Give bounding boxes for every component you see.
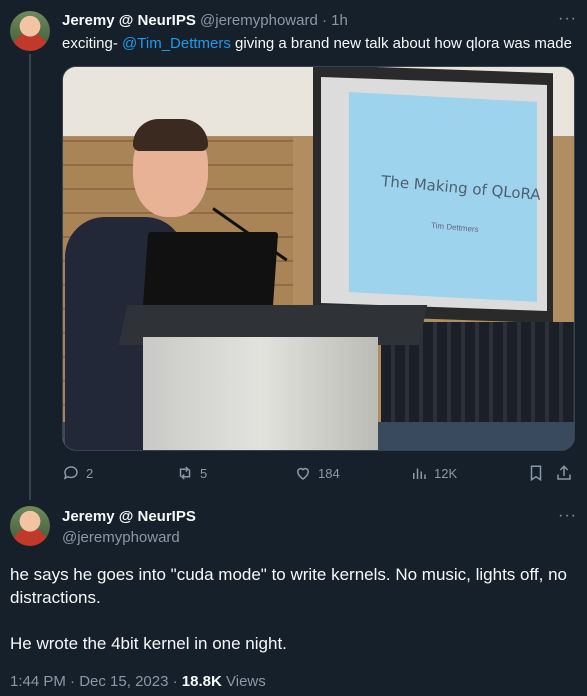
- like-count: 184: [318, 465, 340, 481]
- tweet-date[interactable]: Dec 15, 2023: [79, 673, 168, 690]
- share-icon: [557, 465, 571, 480]
- author-name-text: Jeremy @ NeurIPS: [62, 508, 196, 525]
- views-label: Views: [226, 673, 266, 690]
- separator: ·: [172, 673, 178, 690]
- like-icon: [296, 467, 310, 480]
- tweet-time[interactable]: 1:44 PM: [10, 673, 66, 690]
- views-icon: [413, 468, 426, 479]
- tweet-header: Jeremy @ NeurIPS @jeremyphoward · 1h: [62, 12, 348, 29]
- author-handle[interactable]: @jeremyphoward: [62, 529, 180, 546]
- views-button[interactable]: 12K: [410, 464, 457, 482]
- avatar[interactable]: [10, 506, 50, 546]
- tweet-text: exciting- @Tim_Dettmers giving a brand n…: [62, 35, 572, 52]
- tweet-body: he says he goes into "cuda mode" to writ…: [10, 563, 580, 678]
- avatar[interactable]: [10, 11, 50, 51]
- author-handle[interactable]: @jeremyphoward: [200, 12, 318, 29]
- repost-count: 5: [200, 465, 208, 481]
- podium: [143, 337, 378, 450]
- reply-icon: [63, 466, 78, 480]
- reply-count: 2: [86, 465, 94, 481]
- tweet-text-suffix: giving a brand new talk about how qlora …: [230, 35, 572, 52]
- like-button[interactable]: 184: [294, 464, 340, 482]
- bookmark-icon: [530, 465, 542, 482]
- mention-link[interactable]: @Tim_Dettmers: [122, 35, 231, 52]
- tweet-time[interactable]: 1h: [331, 12, 348, 29]
- tweet-paragraph: He wrote the 4bit kernel in one night.: [10, 634, 287, 653]
- more-icon[interactable]: ···: [558, 11, 577, 27]
- share-button[interactable]: [555, 464, 573, 482]
- reply-button[interactable]: 2: [62, 464, 93, 482]
- tweet-paragraph: he says he goes into "cuda mode" to writ…: [10, 565, 567, 607]
- tweet-photo[interactable]: The Making of QLoRA Tim Dettmers: [62, 66, 575, 451]
- views-count: 18.8K: [181, 673, 222, 690]
- more-icon[interactable]: ···: [558, 508, 577, 524]
- tweet-meta: 1:44 PM · Dec 15, 2023 · 18.8K Views: [10, 673, 266, 690]
- tweet-text-prefix: exciting-: [62, 35, 123, 52]
- repost-icon: [179, 466, 191, 480]
- thread-connector: [29, 54, 31, 500]
- bookmark-button[interactable]: [527, 464, 545, 482]
- tweet-actions: 2 5 184 12K: [62, 464, 575, 484]
- author-name[interactable]: Jeremy @ NeurIPS: [62, 12, 196, 29]
- separator: ·: [321, 12, 327, 29]
- views-count: 12K: [434, 465, 458, 481]
- speaker-hair: [133, 119, 208, 151]
- separator: ·: [70, 673, 76, 690]
- author-name[interactable]: Jeremy @ NeurIPS: [62, 508, 196, 525]
- repost-button[interactable]: 5: [176, 464, 207, 482]
